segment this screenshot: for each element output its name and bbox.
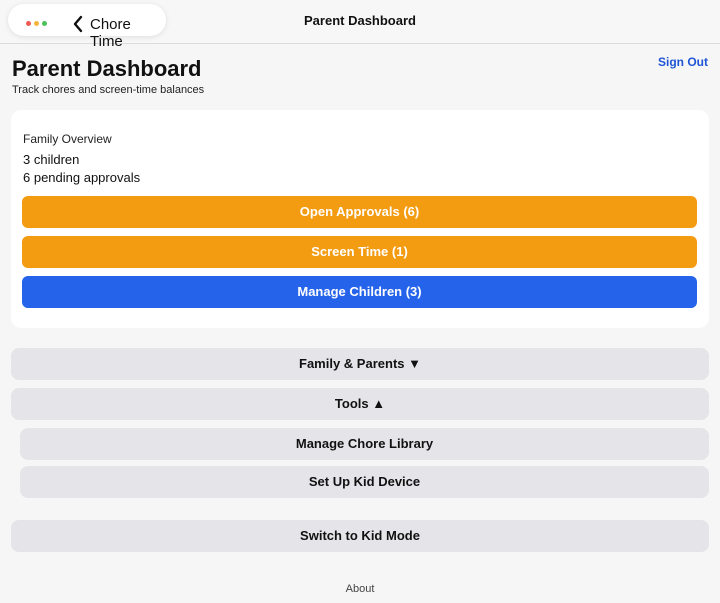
children-count: 3 children	[23, 152, 80, 167]
manage-chore-library-button[interactable]: Manage Chore Library	[20, 428, 709, 460]
sign-out-link[interactable]: Sign Out	[658, 55, 708, 69]
family-overview-card: Family Overview 3 children 6 pending app…	[11, 110, 709, 328]
family-parents-section-toggle[interactable]: Family & Parents ▼	[11, 348, 709, 380]
about-link[interactable]: About	[0, 583, 720, 595]
page-title: Parent Dashboard	[12, 56, 202, 81]
open-approvals-button[interactable]: Open Approvals (6)	[22, 196, 697, 228]
switch-to-kid-mode-button[interactable]: Switch to Kid Mode	[11, 520, 709, 552]
top-navigation-bar: Chore Time Parent Dashboard	[0, 0, 720, 50]
page-subtitle: Track chores and screen-time balances	[12, 84, 205, 96]
set-up-kid-device-button[interactable]: Set Up Kid Device	[20, 466, 709, 498]
nav-title: Parent Dashboard	[304, 13, 416, 28]
pending-approvals-count: 6 pending approvals	[23, 170, 141, 185]
screen-time-button[interactable]: Screen Time (1)	[22, 236, 697, 268]
family-overview-heading: Family Overview	[23, 132, 112, 146]
manage-children-button[interactable]: Manage Children (3)	[22, 276, 697, 308]
tools-section-toggle[interactable]: Tools ▲	[11, 388, 709, 420]
